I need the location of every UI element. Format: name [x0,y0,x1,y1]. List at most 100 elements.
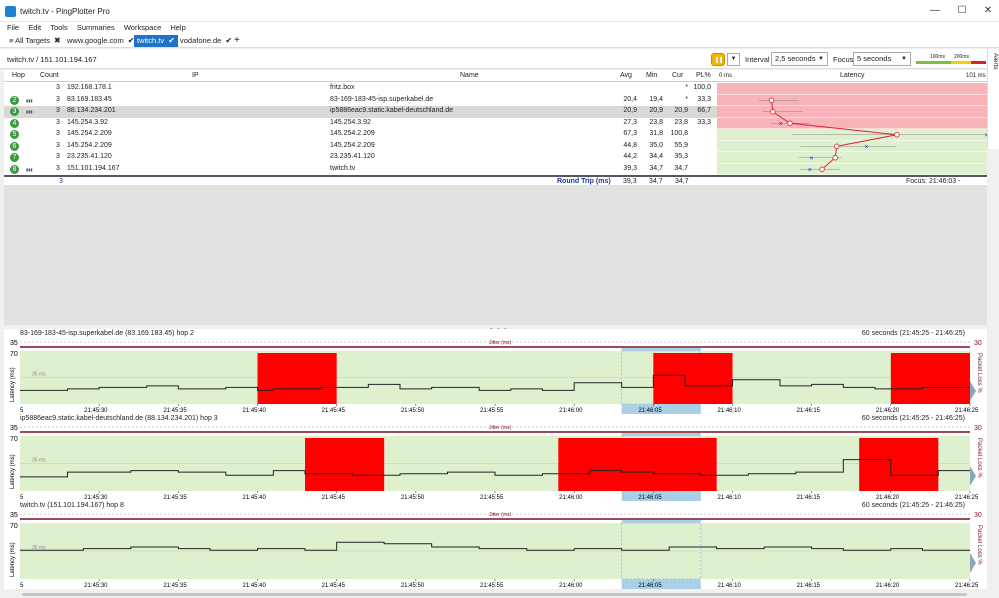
cell-name: 145.254.3.92 [330,118,371,126]
menu-workspace[interactable]: Workspace [124,22,161,34]
close-button[interactable]: ✕ [978,4,998,18]
packet-loss-bar [859,438,939,491]
focus-select[interactable]: 5 seconds ▼ [853,52,911,66]
menu-file[interactable]: File [7,22,19,34]
y-gridline-label: 35 ms [32,372,46,378]
menu-edit[interactable]: Edit [28,22,41,34]
hop-number: 7 [10,153,19,162]
timeline-chart: Jitter (ms) 35 30 70 35 ms Latency (ms) Packet… [10,512,982,589]
list-icon: ≡ [9,36,14,45]
tab-vodafone[interactable]: vodafone.de ✔ [177,35,235,47]
tab-label: www.google.com [67,36,124,45]
hop-number: 6 [10,141,19,151]
pause-button[interactable] [711,53,725,66]
x-tick-label: 21:45:55 [480,583,504,589]
alerts-panel-tab[interactable]: Alerts [987,49,999,149]
menu-tools[interactable]: Tools [50,22,68,34]
col-ip[interactable]: IP [192,72,199,79]
packet-loss-bar [305,438,385,491]
table-row[interactable]: 3 192.168.178.1 fritz.box * 100,0 [4,83,717,95]
window-title: twitch.tv - PingPlotter Pro [20,7,110,16]
summary-cur: 34,7 [675,178,689,185]
focus-band-top [621,433,701,436]
table-row[interactable]: 3 3 88.134.234.201 ip5886eac9.static.kabel-… [4,106,717,118]
timeline-panel-hop3[interactable]: ip5886eac9.static.kabel-deutschland.de (… [4,414,987,501]
cell-name: twitch.tv [330,164,356,172]
x-tick-label: 21:45:30 [84,583,108,589]
cell-cur: 55,9 [674,141,688,149]
tab-twitch[interactable]: twitch.tv ✔ [134,35,178,47]
cell-name: 83-169-183-45-isp.superkabel.de [330,95,434,103]
legend-200: 200ms [954,54,970,60]
minimize-button[interactable]: — [925,4,945,18]
col-count[interactable]: Count [40,72,59,79]
hop-number: 4 [10,118,19,128]
menu-summaries[interactable]: Summaries [77,22,115,34]
col-hop[interactable]: Hop [12,72,25,79]
avg-point [832,155,838,161]
x-tick-label: 21:45:45 [322,583,346,589]
tab-label: twitch.tv [137,36,165,45]
focus-value: 5 seconds [857,54,892,63]
menu-help[interactable]: Help [170,22,185,34]
tab-label: All Targets [15,36,50,45]
table-row[interactable]: 8 3 151.101.194.167 twitch.tv 39,3 34,7 34,7 ▮▮… [4,164,717,176]
pause-dropdown[interactable]: ▼ [727,53,740,66]
graph-bars-icon[interactable]: ▮▮▮ [26,109,33,114]
add-tab-button[interactable]: + [231,35,243,47]
latency-axis-title: Latency (ms) [10,454,16,489]
col-name[interactable]: Name [460,72,479,79]
tab-google[interactable]: www.google.com ✔ [64,35,138,47]
x-tick-label: 21:45:50 [401,583,425,589]
jitter-label: Jitter (ms) [489,425,512,431]
timeline-chart: Jitter (ms) 35 30 70 35 ms Latency (ms) Packet… [10,340,982,414]
interval-label: Interval [745,55,770,64]
interval-select[interactable]: 2,5 seconds ▼ [771,52,828,66]
chevron-down-icon: ▼ [818,56,824,62]
focus-label: Focus [833,55,854,64]
table-row[interactable]: 7 3 23.235.41.120 23.235.41.120 44,2 34,4 35,3 [4,152,717,164]
table-row[interactable]: 6 3 145.254.2.209 145.254.2.209 44,8 35,0 55,9 [4,141,717,153]
maximize-button[interactable]: ☐ [952,4,972,18]
horizontal-scrollbar[interactable] [4,591,987,598]
packet-loss-bar [558,438,717,491]
cell-count: 3 [56,107,60,114]
table-row[interactable]: 4 3 145.254.3.92 145.254.3.92 27,3 23,8 23,8 33… [4,118,717,130]
cell-pl: 33,3 [697,118,711,126]
col-min[interactable]: Min [646,72,657,79]
graph-bars-icon[interactable]: ▮▮▮ [26,167,33,172]
jitter-label: Jitter (ms) [489,512,512,518]
col-cur[interactable]: Cur [672,72,683,79]
avg-point [770,109,776,115]
col-latency[interactable]: Latency [840,72,865,79]
avg-point [894,132,900,138]
close-icon[interactable]: ✖ [54,36,61,45]
x-tick-label: 21:46:05 [638,583,662,589]
current-marker: × [809,155,813,162]
tab-all-targets[interactable]: ≡ All Targets ✖ [6,35,64,47]
col-pl[interactable]: PL% [696,72,711,79]
latency-row-bg [717,163,987,175]
packet-loss-bar [653,353,733,404]
x-tick-label: 21:46:20 [876,583,900,589]
cell-cur: 23,8 [674,118,688,126]
scrollbar-thumb[interactable] [22,593,967,596]
cell-name: 23.235.41.120 [330,153,375,160]
cell-avg: 44,8 [623,141,637,149]
jitter-axis-label: 35 [10,340,18,347]
x-tick-label: 21:46:00 [559,583,583,589]
timeline-panel-hop8[interactable]: twitch.tv (151.101.194.167) hop 8 60 sec… [4,501,987,589]
cell-min: 19,4 [649,95,663,103]
timeline-panel-hop2[interactable]: 83-169-183-45-isp.superkabel.de (83.169.… [4,329,987,414]
table-row[interactable]: 5 3 145.254.2.209 145.254.2.209 67,3 31,8 100,… [4,129,717,141]
cell-count: 3 [56,153,60,160]
latency-axis-title: Latency (ms) [10,542,16,577]
graph-bars-icon[interactable]: ▮▮▮ [26,98,33,103]
table-row[interactable]: 2 3 83.169.183.45 83-169-183-45-isp.superka… [4,95,717,107]
summary-min: 34,7 [649,178,663,185]
cell-pl: 66,7 [697,107,711,114]
cell-name: 145.254.2.209 [330,130,375,137]
latency-graph: ×××××× [717,83,987,175]
col-avg[interactable]: Avg [620,72,632,79]
interval-value: 2,5 seconds [775,54,816,63]
